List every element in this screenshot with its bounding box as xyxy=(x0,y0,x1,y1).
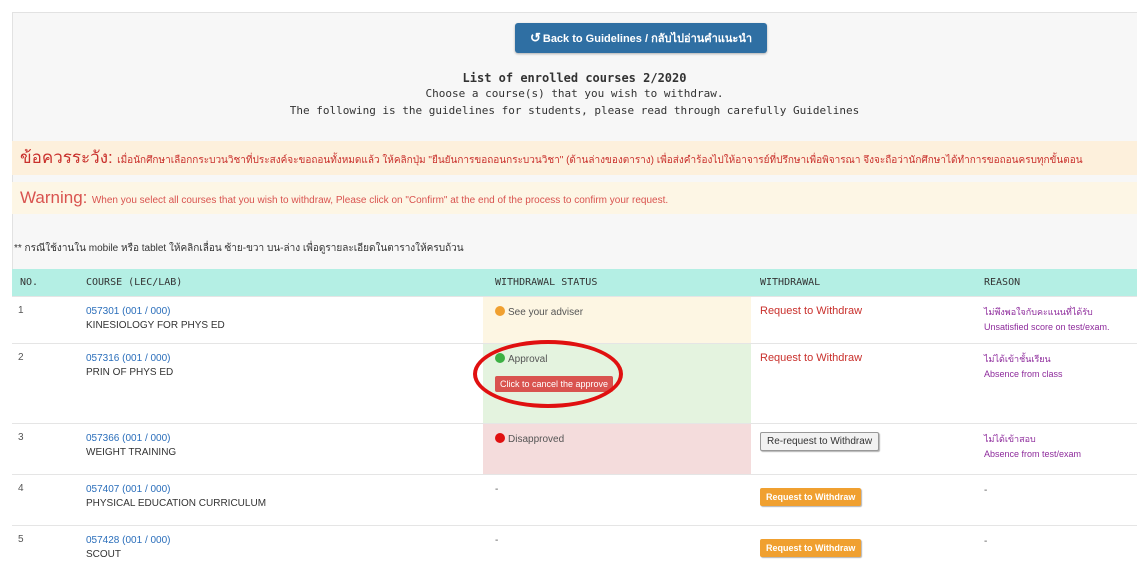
reason-cell: - xyxy=(984,526,1134,568)
guidelines-text: The following is the guidelines for stud… xyxy=(289,104,860,117)
table-row: 2 057316 (001 / 000) PRIN OF PHYS ED App… xyxy=(12,343,1137,423)
reason-english: Absence from test/exam xyxy=(984,449,1082,459)
reason-cell: - xyxy=(984,475,1134,525)
reason-thai: ไม่พึงพอใจกับคะแนนที่ได้รับ xyxy=(984,307,1093,317)
reason-cell: ไม่พึงพอใจกับคะแนนที่ได้รับ Unsatisfied … xyxy=(984,297,1134,343)
withdrawal-cell: Request to Withdraw xyxy=(760,526,970,568)
course-name: KINESIOLOGY FOR PHYS ED xyxy=(86,320,225,331)
course-code-link[interactable]: 057316 (001 / 000) xyxy=(86,352,476,366)
top-bar xyxy=(0,0,1137,12)
row-no: 2 xyxy=(18,352,24,363)
table-row: 1 057301 (001 / 000) KINESIOLOGY FOR PHY… xyxy=(12,296,1137,343)
course-code-link[interactable]: 057428 (001 / 000) xyxy=(86,534,476,548)
table-header: NO. COURSE (LEC/LAB) WITHDRAWAL STATUS W… xyxy=(12,269,1137,296)
row-no: 4 xyxy=(18,483,24,494)
status-cell: Approval Click to cancel the approve xyxy=(483,344,751,423)
request-withdraw-link[interactable]: Request to Withdraw xyxy=(760,305,862,317)
withdrawal-cell: Re-request to Withdraw xyxy=(760,424,970,474)
request-withdraw-button[interactable]: Request to Withdraw xyxy=(760,488,862,506)
course-code-link[interactable]: 057366 (001 / 000) xyxy=(86,432,476,446)
page-title: List of enrolled courses 2/2020 xyxy=(462,71,687,85)
cancel-approve-button[interactable]: Click to cancel the approve xyxy=(495,376,614,392)
request-withdraw-link[interactable]: Request to Withdraw xyxy=(760,352,862,364)
undo-icon: ↺ xyxy=(529,30,541,45)
status-text: - xyxy=(495,535,499,546)
course-name: WEIGHT TRAINING xyxy=(86,447,177,458)
status-text: Approval xyxy=(508,354,548,365)
courses-table: NO. COURSE (LEC/LAB) WITHDRAWAL STATUS W… xyxy=(12,269,1137,568)
caution-heading: ข้อควรระวัง: xyxy=(20,148,113,167)
table-row: 3 057366 (001 / 000) WEIGHT TRAINING Dis… xyxy=(12,423,1137,474)
reason-thai: ไม่ได้เข้าชั้นเรียน xyxy=(984,354,1051,364)
withdrawal-cell: Request to Withdraw xyxy=(760,344,970,423)
course-cell: 057301 (001 / 000) KINESIOLOGY FOR PHYS … xyxy=(86,297,476,343)
status-text: See your adviser xyxy=(508,307,584,318)
reason-english: Absence from class xyxy=(984,369,1063,379)
course-name: PRIN OF PHYS ED xyxy=(86,367,174,378)
status-cell: See your adviser xyxy=(483,297,751,343)
warning-banner: Warning: When you select all courses tha… xyxy=(12,182,1137,214)
header-status: WITHDRAWAL STATUS xyxy=(495,277,598,288)
withdrawal-cell: Request to Withdraw xyxy=(760,297,970,343)
reason-cell: ไม่ได้เข้าสอบ Absence from test/exam xyxy=(984,424,1134,474)
header-course: COURSE (LEC/LAB) xyxy=(86,277,183,288)
course-name: PHYSICAL EDUCATION CURRICULUM xyxy=(86,498,267,509)
withdrawal-cell: Request to Withdraw xyxy=(760,475,970,525)
row-no: 5 xyxy=(18,534,24,545)
course-code-link[interactable]: 057301 (001 / 000) xyxy=(86,305,476,319)
request-withdraw-button[interactable]: Request to Withdraw xyxy=(760,539,862,557)
header-no: NO. xyxy=(20,277,39,288)
mobile-note: ** กรณีใช้งานใน mobile หรือ tablet ให้คล… xyxy=(14,243,464,254)
status-cell: - xyxy=(483,475,751,525)
header-withdrawal: WITHDRAWAL xyxy=(760,277,821,288)
back-button-label: Back to Guidelines / กลับไปอ่านคำแนะนำ xyxy=(542,33,753,45)
reason-empty: - xyxy=(984,485,988,496)
reason-thai: ไม่ได้เข้าสอบ xyxy=(984,434,1036,444)
row-no: 1 xyxy=(18,305,24,316)
course-cell: 057316 (001 / 000) PRIN OF PHYS ED xyxy=(86,344,476,423)
course-cell: 057407 (001 / 000) PHYSICAL EDUCATION CU… xyxy=(86,475,476,525)
back-to-guidelines-button[interactable]: ↺ Back to Guidelines / กลับไปอ่านคำแนะนำ xyxy=(515,23,767,53)
caution-text: เมื่อนักศึกษาเลือกกระบวนวิชาที่ประสงค์จะ… xyxy=(117,155,1083,166)
status-cell: - xyxy=(483,526,751,568)
warning-heading: Warning: xyxy=(20,188,88,207)
header-reason: REASON xyxy=(984,277,1021,288)
page-subtitle: Choose a course(s) that you wish to with… xyxy=(425,87,724,100)
status-text: - xyxy=(495,484,499,495)
status-dot-icon xyxy=(495,433,505,443)
status-text: Disapproved xyxy=(508,434,565,445)
status-cell: Disapproved xyxy=(483,424,751,474)
reason-empty: - xyxy=(984,536,988,547)
reason-english: Unsatisfied score on test/exam. xyxy=(984,322,1110,332)
reason-cell: ไม่ได้เข้าชั้นเรียน Absence from class xyxy=(984,344,1134,423)
table-row: 4 057407 (001 / 000) PHYSICAL EDUCATION … xyxy=(12,474,1137,525)
course-code-link[interactable]: 057407 (001 / 000) xyxy=(86,483,476,497)
status-dot-icon xyxy=(495,353,505,363)
course-cell: 057428 (001 / 000) SCOUT xyxy=(86,526,476,568)
row-no: 3 xyxy=(18,432,24,443)
re-request-withdraw-button[interactable]: Re-request to Withdraw xyxy=(760,432,880,451)
caution-banner: ข้อควรระวัง: เมื่อนักศึกษาเลือกกระบวนวิช… xyxy=(12,141,1137,175)
table-row: 5 057428 (001 / 000) SCOUT - Request to … xyxy=(12,525,1137,568)
warning-text: When you select all courses that you wis… xyxy=(91,195,669,206)
course-cell: 057366 (001 / 000) WEIGHT TRAINING xyxy=(86,424,476,474)
course-name: SCOUT xyxy=(86,549,121,560)
status-dot-icon xyxy=(495,306,505,316)
